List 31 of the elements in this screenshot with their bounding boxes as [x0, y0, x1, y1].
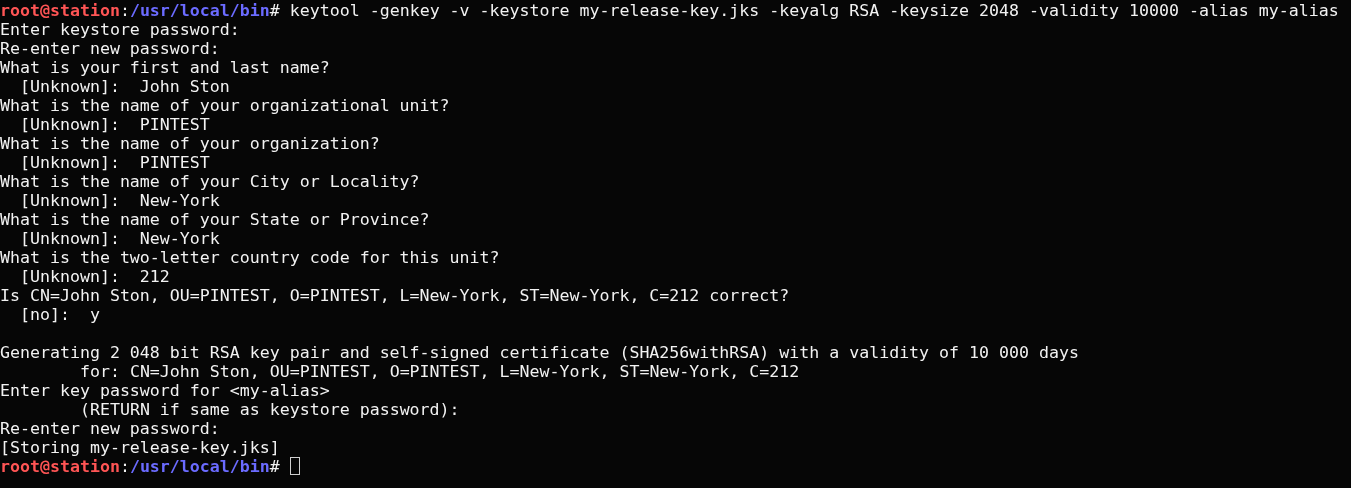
output-line: What is the name of your City or Locality?	[0, 172, 420, 191]
output-line: [Unknown]: New-York	[18, 191, 220, 210]
prompt-user: root@station	[0, 457, 120, 476]
prompt-separator: :	[119, 457, 130, 476]
command-text: keytool -genkey -v -keystore my-release-key.jks -keyalg RSA -keysize 2048 -validity 10000 -alias my-alias	[288, 1, 1339, 20]
output-line: Re-enter new password:	[0, 39, 220, 58]
output-line: [Unknown]: PINTEST	[18, 115, 210, 134]
output-line: What is your first and last name?	[0, 58, 330, 77]
output-line: [Unknown]: New-York	[18, 229, 220, 248]
prompt-symbol: #	[269, 1, 280, 20]
output-line: (RETURN if same as keystore password):	[78, 400, 460, 419]
prompt-separator: :	[119, 1, 130, 20]
prompt-path: /usr/local/bin	[129, 457, 270, 476]
output-line: [Unknown]: 212	[18, 267, 170, 286]
output-line: What is the name of your State or Province?	[0, 210, 430, 229]
output-line: for: CN=John Ston, OU=PINTEST, O=PINTEST, L=New-York, ST=New-York, C=212	[78, 362, 800, 381]
output-line: [no]: y	[18, 305, 100, 324]
prompt-path: /usr/local/bin	[129, 1, 270, 20]
prompt-symbol: #	[269, 457, 280, 476]
output-line: What is the name of your organizational unit?	[0, 96, 450, 115]
output-line: [Unknown]: PINTEST	[18, 153, 210, 172]
output-line: Enter keystore password:	[0, 20, 240, 39]
output-line: [Storing my-release-key.jks]	[0, 438, 280, 457]
output-line: Generating 2 048 bit RSA key pair and self-signed certificate (SHA256withRSA) with a validity of 10 000 days	[0, 343, 1079, 362]
output-line: What is the name of your organization?	[0, 134, 380, 153]
output-line: Is CN=John Ston, OU=PINTEST, O=PINTEST, L=New-York, ST=New-York, C=212 correct?	[0, 286, 790, 305]
output-line: [Unknown]: John Ston	[18, 77, 230, 96]
output-line: Enter key password for <my-alias>	[0, 381, 330, 400]
output-line: What is the two-letter country code for this unit?	[0, 248, 500, 267]
output-line: Re-enter new password:	[0, 419, 220, 438]
prompt-user: root@station	[0, 1, 120, 20]
